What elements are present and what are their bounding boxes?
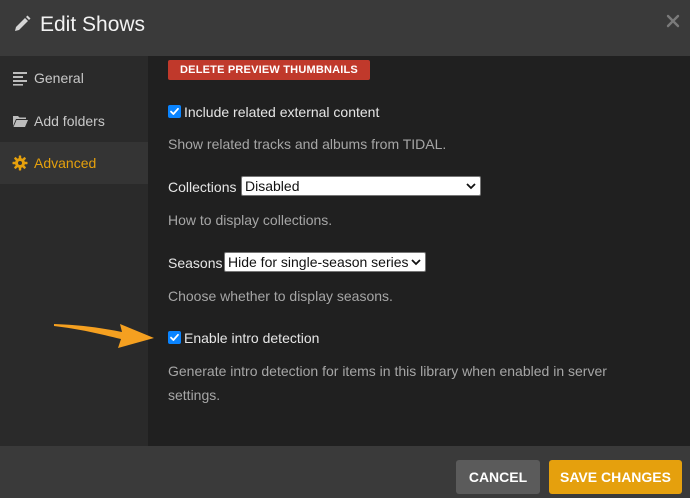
include-external-content-row: Include related external content xyxy=(168,103,408,123)
chevron-down-icon xyxy=(466,183,476,190)
seasons-help: Choose whether to display seasons. xyxy=(168,288,393,304)
list-icon xyxy=(13,72,27,86)
pencil-icon xyxy=(15,15,31,31)
close-icon[interactable] xyxy=(666,14,680,28)
intro-detection-checkbox[interactable] xyxy=(168,331,181,344)
collections-select-value: Disabled xyxy=(245,178,300,194)
seasons-select[interactable]: Hide for single-season series xyxy=(224,252,426,272)
dialog-title: Edit Shows xyxy=(40,13,146,36)
checkmark-icon xyxy=(170,107,179,115)
intro-detection-row: Enable intro detection xyxy=(168,329,368,349)
dialog-footer: CANCEL SAVE CHANGES xyxy=(0,446,690,498)
sidebar-item-advanced[interactable]: Advanced xyxy=(0,142,148,184)
collections-help: How to display collections. xyxy=(168,212,333,228)
seasons-label: Seasons xyxy=(168,255,223,271)
sidebar-item-label: Advanced xyxy=(34,155,97,171)
external-content-help: Show related tracks and albums from TIDA… xyxy=(168,136,447,152)
save-changes-button[interactable]: SAVE CHANGES xyxy=(549,460,682,494)
sidebar-item-add-folders[interactable]: Add folders xyxy=(0,100,148,142)
advanced-settings-panel: DELETE PREVIEW THUMBNAILS Include relate… xyxy=(148,56,690,446)
sidebar-item-label: General xyxy=(34,70,84,86)
folder-icon xyxy=(13,116,28,127)
checkmark-icon xyxy=(170,333,179,341)
intro-detection-label: Enable intro detection xyxy=(184,330,320,346)
chevron-down-icon xyxy=(411,259,421,266)
cancel-button[interactable]: CANCEL xyxy=(456,460,540,494)
include-external-content-checkbox[interactable] xyxy=(168,105,181,118)
delete-preview-thumbnails-button[interactable]: DELETE PREVIEW THUMBNAILS xyxy=(168,60,370,80)
collections-select[interactable]: Disabled xyxy=(241,176,481,196)
sidebar-item-label: Add folders xyxy=(34,113,105,129)
include-external-content-label: Include related external content xyxy=(184,104,380,120)
gear-icon xyxy=(12,155,28,171)
intro-detection-help: Generate intro detection for items in th… xyxy=(168,363,607,403)
seasons-select-value: Hide for single-season series xyxy=(228,254,409,270)
annotation-arrow-icon xyxy=(54,324,154,348)
sidebar: General Add folders Advanced xyxy=(0,56,148,446)
dialog-header: Edit Shows xyxy=(0,0,690,56)
collections-label: Collections xyxy=(168,179,237,195)
sidebar-item-general[interactable]: General xyxy=(0,57,148,99)
